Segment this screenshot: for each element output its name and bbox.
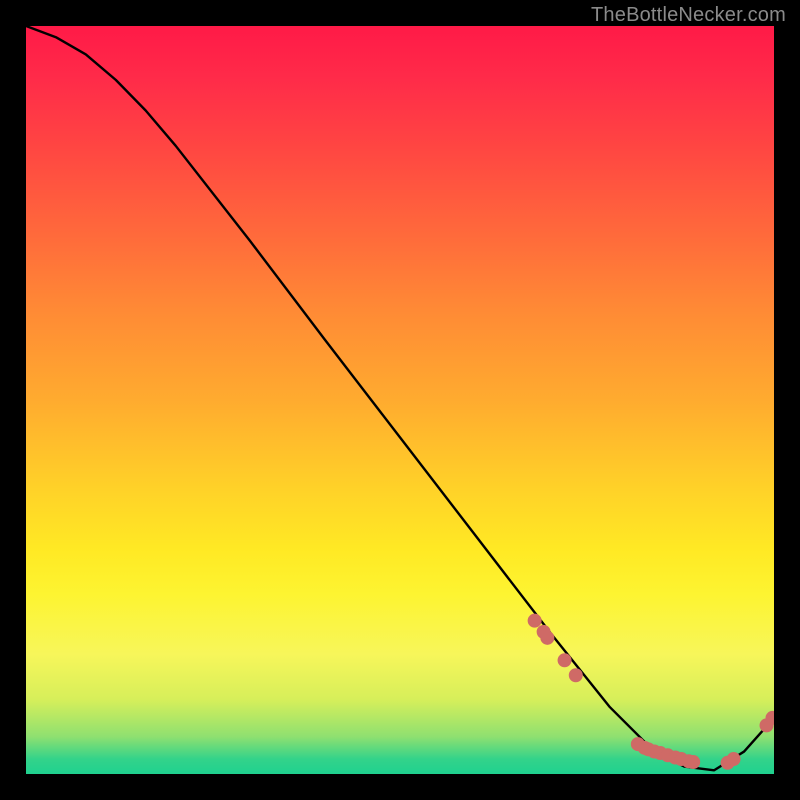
data-marker — [569, 669, 582, 682]
data-marker — [558, 654, 571, 667]
data-marker — [687, 756, 700, 769]
bottleneck-curve — [26, 26, 774, 770]
data-marker — [727, 753, 740, 766]
marker-group — [528, 614, 774, 769]
data-marker — [528, 614, 541, 627]
watermark-label: TheBottleNecker.com — [591, 4, 786, 27]
data-marker — [541, 631, 554, 644]
plot-area — [26, 26, 774, 774]
data-marker — [766, 711, 774, 724]
chart-overlay-svg — [26, 26, 774, 774]
chart-stage: TheBottleNecker.com — [0, 0, 800, 800]
